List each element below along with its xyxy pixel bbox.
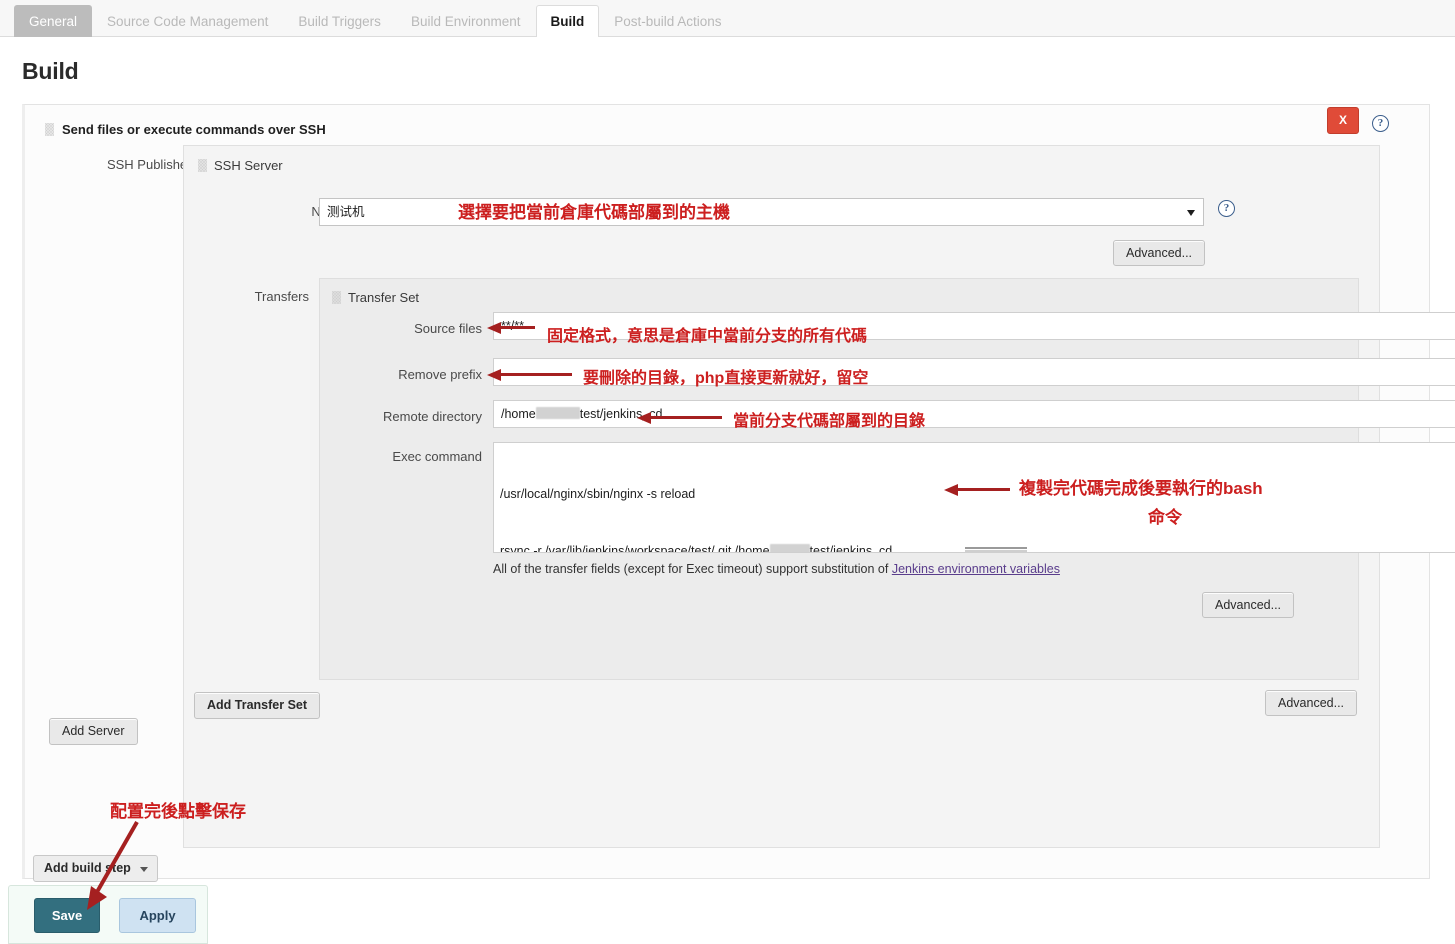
remote-directory-prefix: /home — [501, 407, 536, 421]
exec-command-textarea[interactable]: /usr/local/nginx/sbin/nginx -s reload rs… — [493, 442, 1455, 553]
apply-button[interactable]: Apply — [119, 898, 196, 933]
drag-handle-icon[interactable] — [198, 159, 207, 172]
substitution-note-text: All of the transfer fields (except for E… — [493, 562, 892, 576]
tab-list: General Source Code Management Build Tri… — [14, 5, 737, 38]
tab-post-build-actions[interactable]: Post-build Actions — [599, 5, 736, 37]
advanced-server-button[interactable]: Advanced... — [1113, 240, 1206, 266]
drag-handle-icon[interactable] — [45, 123, 54, 136]
chevron-down-icon — [1187, 210, 1195, 216]
remote-directory-suffix: test/jenkins_cd — [579, 407, 663, 421]
ssh-server-panel: SSH Server Name 测试机 ? Advanced... Transf… — [183, 145, 1455, 848]
build-step-panel: Send files or execute commands over SSH … — [22, 104, 1455, 879]
jenkins-environment-variables-link[interactable]: Jenkins environment variables — [892, 562, 1060, 576]
ssh-server-header: SSH Server — [198, 158, 283, 173]
substitution-note: All of the transfer fields (except for E… — [493, 562, 1060, 576]
ssh-server-name-value: 测试机 — [327, 205, 365, 219]
chevron-down-icon — [139, 867, 148, 872]
ssh-server-title: SSH Server — [214, 158, 283, 173]
exec-line: /usr/local/nginx/sbin/nginx -s reload — [500, 485, 1455, 504]
tab-bar: General Source Code Management Build Tri… — [0, 0, 1455, 38]
advanced-transfer-button[interactable]: Advanced... — [1202, 592, 1295, 618]
add-build-step-label: Add build step — [44, 861, 131, 875]
transfer-set-header: Transfer Set — [332, 290, 419, 305]
save-button[interactable]: Save — [34, 898, 100, 933]
remove-prefix-input[interactable] — [493, 358, 1455, 386]
source-files-input[interactable]: **/** — [493, 312, 1455, 340]
exec-line-text: test/jenkins_cd — [809, 544, 893, 553]
redaction-block — [535, 407, 580, 419]
build-step-title: Send files or execute commands over SSH — [62, 122, 326, 137]
transfer-set-panel: Transfer Set Source files **/** ? Remove… — [319, 278, 1455, 680]
build-step-header: Send files or execute commands over SSH — [45, 122, 326, 137]
add-build-step-button[interactable]: Add build step — [33, 855, 158, 882]
tab-build-triggers[interactable]: Build Triggers — [283, 5, 396, 37]
exec-line-text: rsync -r /var/lib/jenkins/workspace/test… — [500, 544, 770, 553]
page-title: Build — [22, 58, 79, 84]
delete-step-button[interactable]: X — [1327, 107, 1359, 134]
tab-build[interactable]: Build — [535, 5, 600, 38]
tab-general[interactable]: General — [14, 5, 93, 37]
remote-directory-input[interactable]: /home test/jenkins_cd — [493, 400, 1455, 428]
textarea-resize-handle[interactable] — [964, 547, 1027, 549]
source-files-label: Source files — [414, 321, 482, 336]
ssh-server-name-select[interactable]: 测试机 — [319, 198, 1204, 226]
tab-build-environment[interactable]: Build Environment — [396, 5, 536, 37]
help-icon[interactable]: ? — [1372, 115, 1389, 132]
ssh-publishers-label: SSH Publishers — [106, 157, 198, 172]
exec-command-label: Exec command — [392, 449, 482, 464]
save-bar: Save Apply — [8, 885, 208, 944]
advanced-bottom-button[interactable]: Advanced... — [1265, 690, 1358, 716]
remove-prefix-label: Remove prefix — [398, 367, 482, 382]
exec-line-text: /usr/local/nginx/sbin/nginx -s reload — [500, 487, 696, 501]
remote-directory-label: Remote directory — [383, 409, 482, 424]
transfer-set-title: Transfer Set — [348, 290, 420, 305]
add-server-button[interactable]: Add Server — [49, 718, 138, 745]
redaction-block — [769, 544, 810, 552]
drag-handle-icon[interactable] — [332, 291, 341, 304]
tab-source-code-management[interactable]: Source Code Management — [92, 5, 283, 37]
help-icon[interactable]: ? — [1218, 200, 1235, 217]
transfers-label: Transfers — [254, 289, 309, 304]
add-transfer-set-button[interactable]: Add Transfer Set — [194, 692, 321, 719]
